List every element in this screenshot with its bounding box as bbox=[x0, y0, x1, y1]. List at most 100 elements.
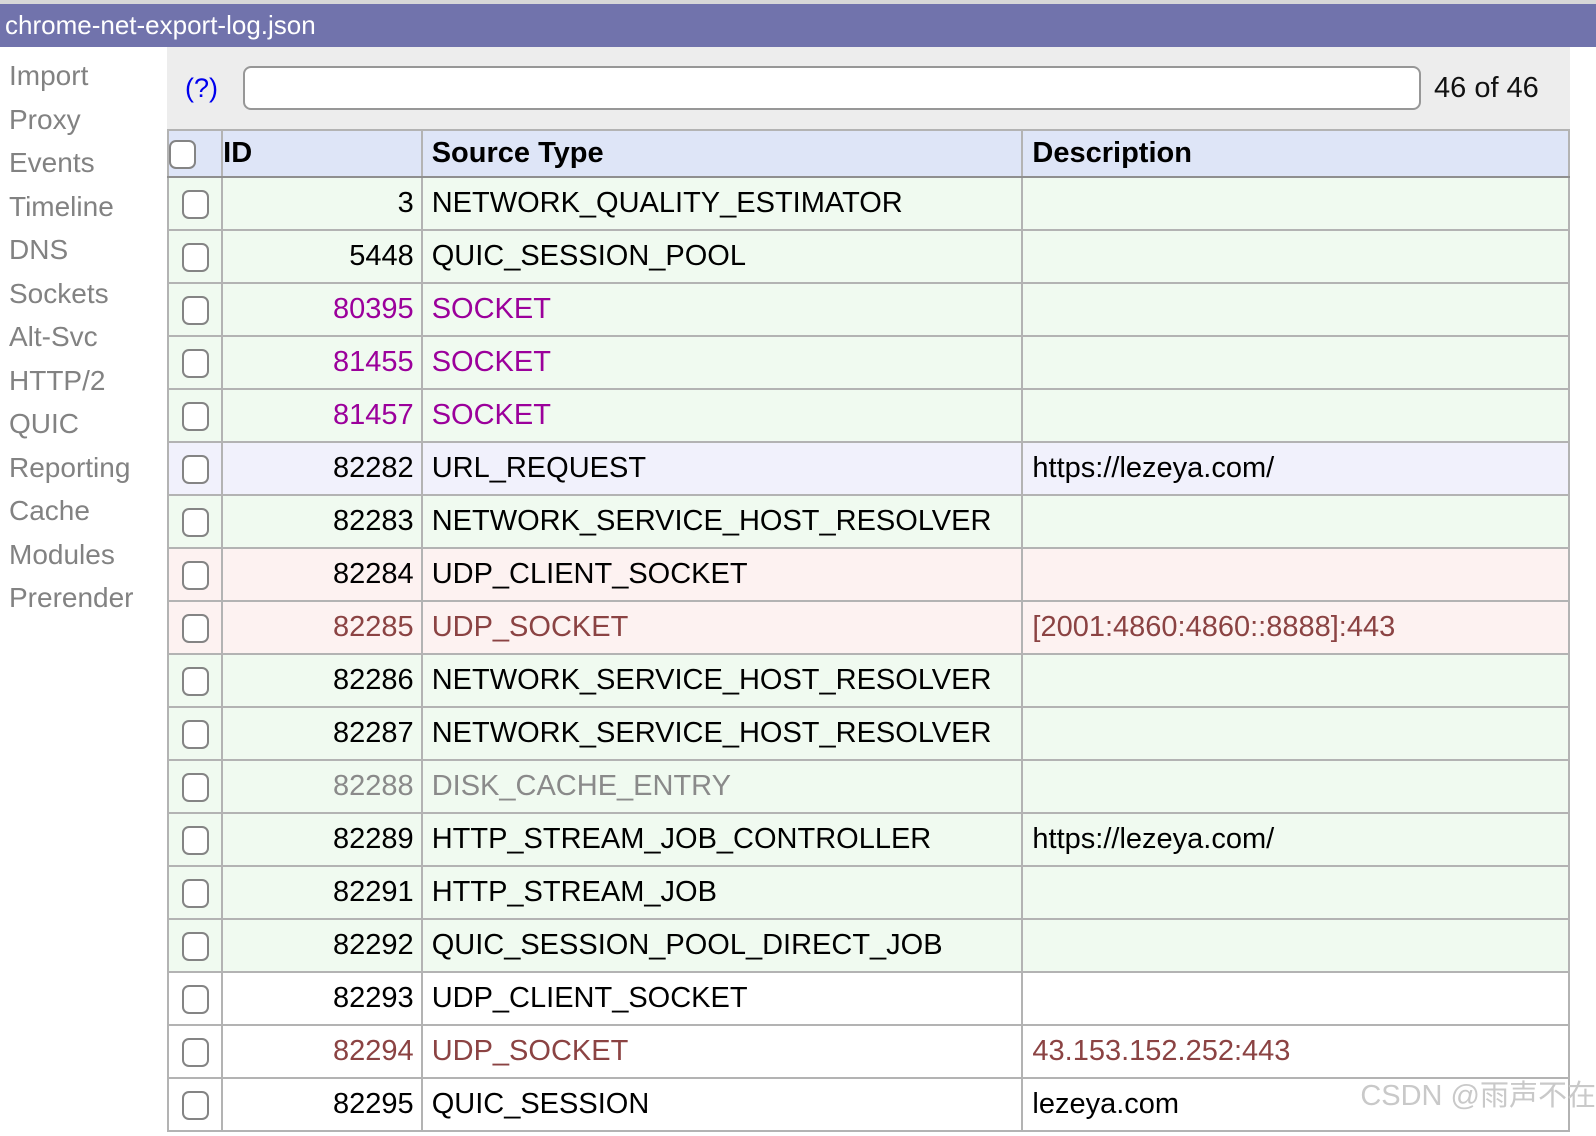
row-source-type: HTTP_STREAM_JOB_CONTROLLER bbox=[422, 813, 1023, 866]
table-row[interactable]: 5448QUIC_SESSION_POOL bbox=[168, 230, 1569, 283]
main-panel: (?) 46 of 46 ID Source Type Description … bbox=[167, 47, 1570, 1136]
row-checkbox[interactable] bbox=[182, 985, 209, 1014]
row-checkbox[interactable] bbox=[182, 720, 209, 749]
column-header-description[interactable]: Description bbox=[1022, 130, 1569, 177]
row-id: 82282 bbox=[222, 442, 422, 495]
row-checkbox-cell bbox=[168, 548, 222, 601]
row-checkbox[interactable] bbox=[182, 773, 209, 802]
row-checkbox-cell bbox=[168, 813, 222, 866]
row-source-type: UDP_CLIENT_SOCKET bbox=[422, 972, 1023, 1025]
table-row[interactable]: 82289HTTP_STREAM_JOB_CONTROLLERhttps://l… bbox=[168, 813, 1569, 866]
sidebar-item-proxy[interactable]: Proxy bbox=[0, 98, 167, 142]
row-source-type: NETWORK_SERVICE_HOST_RESOLVER bbox=[422, 654, 1023, 707]
row-id: 82284 bbox=[222, 548, 422, 601]
row-source-type: QUIC_SESSION_POOL bbox=[422, 230, 1023, 283]
row-checkbox[interactable] bbox=[182, 879, 209, 908]
row-id: 82283 bbox=[222, 495, 422, 548]
sidebar-item-reporting[interactable]: Reporting bbox=[0, 446, 167, 490]
row-checkbox[interactable] bbox=[182, 1091, 209, 1120]
sidebar-item-quic[interactable]: QUIC bbox=[0, 402, 167, 446]
row-source-type: SOCKET bbox=[422, 336, 1023, 389]
sidebar-item-modules[interactable]: Modules bbox=[0, 533, 167, 577]
table-row[interactable]: 82283NETWORK_SERVICE_HOST_RESOLVER bbox=[168, 495, 1569, 548]
sidebar-item-alt-svc[interactable]: Alt-Svc bbox=[0, 315, 167, 359]
row-checkbox-cell bbox=[168, 442, 222, 495]
table-row[interactable]: 82286NETWORK_SERVICE_HOST_RESOLVER bbox=[168, 654, 1569, 707]
row-checkbox[interactable] bbox=[182, 826, 209, 855]
row-checkbox[interactable] bbox=[182, 932, 209, 961]
row-checkbox[interactable] bbox=[182, 190, 209, 219]
row-source-type: UDP_SOCKET bbox=[422, 601, 1023, 654]
row-id: 3 bbox=[222, 177, 422, 230]
row-source-type: UDP_SOCKET bbox=[422, 1025, 1023, 1078]
row-checkbox[interactable] bbox=[182, 561, 209, 590]
sidebar-item-prerender[interactable]: Prerender bbox=[0, 576, 167, 620]
row-checkbox[interactable] bbox=[182, 402, 209, 431]
loaded-filename: chrome-net-export-log.json bbox=[5, 10, 316, 40]
row-id: 82287 bbox=[222, 707, 422, 760]
row-description: lezeya.com bbox=[1022, 1078, 1569, 1131]
column-header-source-type[interactable]: Source Type bbox=[422, 130, 1023, 177]
row-checkbox-cell bbox=[168, 707, 222, 760]
row-checkbox[interactable] bbox=[182, 455, 209, 484]
row-checkbox-cell bbox=[168, 389, 222, 442]
row-description bbox=[1022, 177, 1569, 230]
table-row[interactable]: 81457SOCKET bbox=[168, 389, 1569, 442]
row-checkbox[interactable] bbox=[182, 614, 209, 643]
row-source-type: QUIC_SESSION bbox=[422, 1078, 1023, 1131]
sidebar-item-http-2[interactable]: HTTP/2 bbox=[0, 359, 167, 403]
table-row[interactable]: 82293UDP_CLIENT_SOCKET bbox=[168, 972, 1569, 1025]
row-id: 82295 bbox=[222, 1078, 422, 1131]
row-checkbox[interactable] bbox=[182, 1038, 209, 1067]
table-row[interactable]: 82292QUIC_SESSION_POOL_DIRECT_JOB bbox=[168, 919, 1569, 972]
table-row[interactable]: 82284UDP_CLIENT_SOCKET bbox=[168, 548, 1569, 601]
row-source-type: NETWORK_QUALITY_ESTIMATOR bbox=[422, 177, 1023, 230]
table-row[interactable]: 82287NETWORK_SERVICE_HOST_RESOLVER bbox=[168, 707, 1569, 760]
row-checkbox[interactable] bbox=[182, 667, 209, 696]
table-row[interactable]: 82282URL_REQUESThttps://lezeya.com/ bbox=[168, 442, 1569, 495]
sidebar-item-dns[interactable]: DNS bbox=[0, 228, 167, 272]
row-description bbox=[1022, 548, 1569, 601]
titlebar: chrome-net-export-log.json bbox=[0, 4, 1596, 47]
row-source-type: URL_REQUEST bbox=[422, 442, 1023, 495]
sidebar-item-cache[interactable]: Cache bbox=[0, 489, 167, 533]
sidebar-item-events[interactable]: Events bbox=[0, 141, 167, 185]
row-description bbox=[1022, 654, 1569, 707]
row-checkbox-cell bbox=[168, 283, 222, 336]
row-checkbox-cell bbox=[168, 177, 222, 230]
table-row[interactable]: 81455SOCKET bbox=[168, 336, 1569, 389]
row-description bbox=[1022, 389, 1569, 442]
row-checkbox-cell bbox=[168, 601, 222, 654]
app-layout: ImportProxyEventsTimelineDNSSocketsAlt-S… bbox=[0, 47, 1596, 1136]
result-count: 46 of 46 bbox=[1434, 72, 1539, 105]
row-id: 80395 bbox=[222, 283, 422, 336]
sidebar-item-timeline[interactable]: Timeline bbox=[0, 185, 167, 229]
select-all-checkbox[interactable] bbox=[169, 140, 196, 169]
row-id: 82292 bbox=[222, 919, 422, 972]
row-checkbox-cell bbox=[168, 654, 222, 707]
table-row[interactable]: 82295QUIC_SESSIONlezeya.com bbox=[168, 1078, 1569, 1131]
row-id: 82291 bbox=[222, 866, 422, 919]
row-id: 5448 bbox=[222, 230, 422, 283]
row-description bbox=[1022, 919, 1569, 972]
table-row[interactable]: 80395SOCKET bbox=[168, 283, 1569, 336]
row-checkbox[interactable] bbox=[182, 296, 209, 325]
column-header-id[interactable]: ID bbox=[222, 130, 422, 177]
filter-help-link[interactable]: (?) bbox=[185, 73, 218, 104]
row-checkbox[interactable] bbox=[182, 243, 209, 272]
row-checkbox[interactable] bbox=[182, 349, 209, 378]
row-checkbox[interactable] bbox=[182, 508, 209, 537]
row-checkbox-cell bbox=[168, 866, 222, 919]
table-row[interactable]: 82294UDP_SOCKET43.153.152.252:443 bbox=[168, 1025, 1569, 1078]
row-description bbox=[1022, 283, 1569, 336]
filter-input[interactable] bbox=[243, 66, 1421, 110]
row-id: 82293 bbox=[222, 972, 422, 1025]
sidebar-item-sockets[interactable]: Sockets bbox=[0, 272, 167, 316]
sidebar-item-import[interactable]: Import bbox=[0, 54, 167, 98]
table-row[interactable]: 82285UDP_SOCKET[2001:4860:4860::8888]:44… bbox=[168, 601, 1569, 654]
table-row[interactable]: 82288DISK_CACHE_ENTRY bbox=[168, 760, 1569, 813]
table-row[interactable]: 3NETWORK_QUALITY_ESTIMATOR bbox=[168, 177, 1569, 230]
table-row[interactable]: 82291HTTP_STREAM_JOB bbox=[168, 866, 1569, 919]
row-checkbox-cell bbox=[168, 1078, 222, 1131]
row-checkbox-cell bbox=[168, 919, 222, 972]
